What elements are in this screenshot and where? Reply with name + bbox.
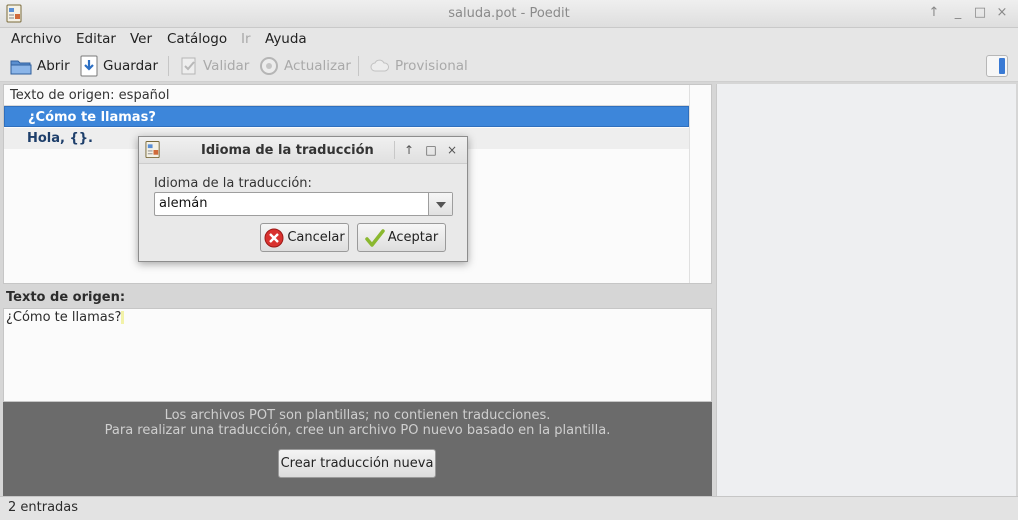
source-text-label: Texto de origen: [6, 290, 126, 305]
menu-archivo[interactable]: Archivo [11, 31, 61, 47]
keep-above-icon[interactable]: ↑ [926, 5, 942, 21]
sidebar-panel [716, 84, 1016, 496]
window-titlebar: saluda.pot - Poedit ↑ _ □ × [0, 0, 1018, 28]
list-item[interactable]: ¿Cómo te llamas? [4, 106, 689, 127]
menu-bar: Archivo Editar Ver Catálogo Ir Ayuda [0, 28, 1018, 50]
status-entries-count: 2 entradas [8, 500, 79, 515]
menu-editar[interactable]: Editar [76, 31, 116, 47]
notice-line-1: Los archivos POT son plantillas; no cont… [164, 408, 551, 423]
accept-button[interactable]: Aceptar [357, 223, 446, 252]
list-column-header: Texto de origen: español [4, 85, 689, 106]
menu-ver[interactable]: Ver [130, 31, 152, 47]
menu-ir[interactable]: Ir [241, 31, 251, 47]
cancel-button[interactable]: Cancelar [260, 223, 349, 252]
minimize-icon[interactable]: _ [950, 5, 966, 21]
toolbar-separator [358, 56, 359, 76]
list-scrollbar[interactable] [689, 85, 711, 283]
cancel-icon [264, 228, 284, 247]
status-bar: 2 entradas [0, 496, 1018, 520]
create-translation-button[interactable]: Crear traducción nueva [278, 449, 436, 478]
notice-line-2: Para realizar una traducción, cree un ar… [104, 423, 611, 438]
update-button[interactable]: Actualizar [259, 54, 351, 78]
toolbar-separator [168, 56, 169, 76]
text-cursor-highlight [121, 311, 125, 324]
open-label: Abrir [37, 58, 70, 74]
validate-button[interactable]: Validar [180, 54, 249, 78]
cloud-icon [370, 59, 389, 72]
cancel-label: Cancelar [287, 230, 345, 245]
chevron-down-icon[interactable] [428, 193, 452, 215]
language-dialog: Idioma de la traducción ↑ □ × Idioma de … [138, 136, 468, 262]
checkmark-icon [365, 228, 385, 247]
menu-ayuda[interactable]: Ayuda [265, 31, 307, 47]
update-icon [260, 57, 278, 75]
update-label: Actualizar [284, 58, 351, 74]
dialog-keep-above-icon[interactable]: ↑ [402, 143, 416, 157]
folder-icon [10, 60, 32, 75]
menu-catalogo[interactable]: Catálogo [167, 31, 227, 47]
poedit-app-icon [145, 141, 160, 159]
save-download-icon [80, 55, 98, 77]
close-icon[interactable]: × [994, 5, 1010, 21]
source-text: ¿Cómo te llamas? [6, 310, 122, 325]
dialog-title: Idioma de la traducción [201, 143, 374, 158]
language-combobox[interactable]: alemán [154, 192, 453, 216]
toolbar: Abrir Guardar Validar Actualizar Provisi… [0, 50, 1018, 82]
dialog-titlebar-separator [394, 141, 395, 159]
validate-icon [181, 57, 196, 75]
dialog-titlebar: Idioma de la traducción ↑ □ × [139, 137, 467, 164]
fuzzy-label: Provisional [395, 58, 468, 74]
accept-label: Aceptar [387, 230, 439, 245]
fuzzy-button[interactable]: Provisional [370, 54, 468, 78]
sidebar-toggle-button[interactable] [986, 55, 1008, 77]
dialog-close-icon[interactable]: × [445, 143, 459, 157]
save-label: Guardar [103, 58, 158, 74]
window-title: saluda.pot - Poedit [448, 6, 570, 21]
open-button[interactable]: Abrir [10, 54, 70, 78]
source-text-box[interactable]: ¿Cómo te llamas? [3, 308, 712, 402]
dialog-maximize-icon[interactable]: □ [424, 143, 438, 157]
validate-label: Validar [203, 58, 250, 74]
maximize-icon[interactable]: □ [972, 5, 988, 21]
pot-notice-panel: Los archivos POT son plantillas; no cont… [3, 402, 712, 496]
save-button[interactable]: Guardar [80, 54, 158, 78]
language-label: Idioma de la traducción: [154, 176, 312, 191]
language-value: alemán [159, 196, 208, 211]
